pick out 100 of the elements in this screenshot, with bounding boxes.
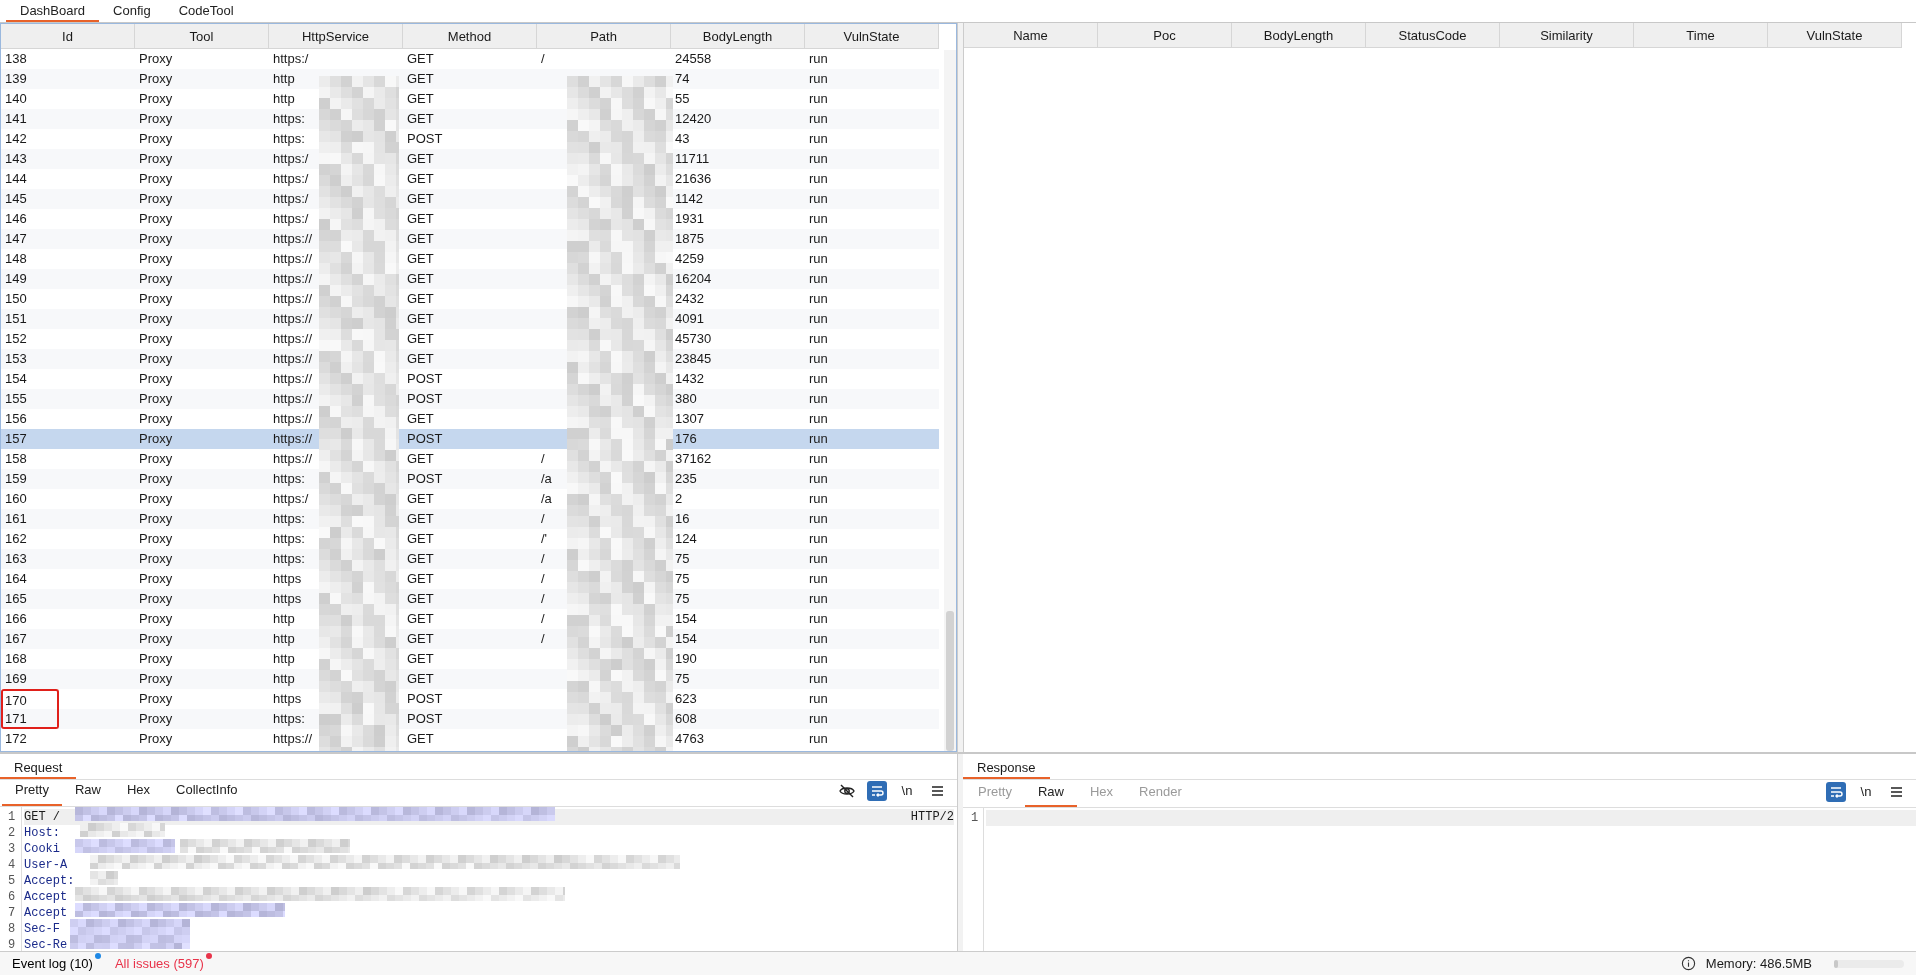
table-row[interactable]: 172 Proxy https:// GET 4763 run: [1, 729, 939, 749]
table-cell-text: https:/: [272, 150, 310, 168]
table-cell-text: run: [808, 490, 829, 508]
column-header[interactable]: Name: [964, 23, 1098, 48]
column-header[interactable]: Tool: [135, 24, 269, 49]
table-cell-text: Proxy: [138, 590, 174, 608]
panel-title[interactable]: Response: [963, 754, 1050, 779]
table-row[interactable]: 162 Proxy https: GET /' 124 run: [1, 529, 939, 549]
newline-toggle[interactable]: \n: [897, 780, 917, 801]
code-text: Sec-F: [24, 921, 60, 936]
table-cell-text: 139: [4, 70, 28, 88]
column-header[interactable]: Time: [1634, 23, 1768, 48]
table-cell-text: https:: [272, 470, 306, 488]
newline-toggle[interactable]: \n: [1856, 782, 1876, 802]
table-cell-text: run: [808, 190, 829, 208]
table-row[interactable]: 166 Proxy http GET / 154 run: [1, 609, 939, 629]
table-cell-text: 4091: [674, 310, 705, 328]
table-cell-text: run: [808, 150, 829, 168]
table-row[interactable]: 156 Proxy https:// GET 1307 run: [1, 409, 939, 429]
table-cell-text: 16204: [674, 270, 713, 288]
table-cell-text: https://: [272, 310, 314, 328]
code-text: Accept: [24, 889, 68, 904]
column-header[interactable]: Path: [537, 24, 671, 49]
column-header[interactable]: Poc: [1098, 23, 1232, 48]
table-cell-text: 1432: [674, 370, 705, 388]
table-cell-text: 75: [674, 570, 691, 588]
table-cell-text: 23845: [674, 350, 713, 368]
table-row[interactable]: 140 Proxy http GET 55 run: [1, 89, 939, 109]
table-cell-text: http: [272, 650, 296, 668]
table-row[interactable]: 154 Proxy https:// POST 1432 run: [1, 369, 939, 389]
table-row[interactable]: 138 Proxy https:/ GET / 24558 run: [1, 49, 939, 69]
tab[interactable]: Pretty: [2, 780, 62, 806]
table-cell-text: https:/: [272, 190, 310, 208]
column-header[interactable]: BodyLength: [671, 24, 805, 49]
code-text: Sec-Re: [24, 937, 68, 951]
column-header[interactable]: HttpService: [269, 24, 403, 49]
table-row[interactable]: 146 Proxy https:/ GET 1931 run: [1, 209, 939, 229]
column-header[interactable]: Id: [1, 24, 135, 49]
wrap-icon[interactable]: [1826, 782, 1846, 802]
scrollbar[interactable]: [944, 50, 956, 751]
tab[interactable]: DashBoard: [6, 0, 100, 22]
table-row[interactable]: 152 Proxy https:// GET 45730 run: [1, 329, 939, 349]
tab[interactable]: Raw: [1024, 781, 1077, 807]
table-cell-text: Proxy: [138, 50, 174, 68]
table-cell-text: run: [808, 310, 829, 328]
table-cell-text: /: [540, 550, 546, 568]
tab[interactable]: Config: [99, 0, 165, 22]
table-cell-text: 4763: [674, 730, 705, 748]
column-header[interactable]: Method: [403, 24, 537, 49]
table-cell-text: run: [808, 630, 829, 648]
table-cell-text: run: [808, 230, 829, 248]
table-cell-text: run: [808, 410, 829, 428]
table-cell-text: GET: [406, 570, 435, 588]
table-cell-text: 21636: [674, 170, 713, 188]
table-cell-text: 158: [4, 450, 28, 468]
table-cell-text: 138: [4, 50, 28, 68]
table-cell-text: Proxy: [138, 290, 174, 308]
table-cell-text: Proxy: [138, 170, 174, 188]
scrollbar-thumb[interactable]: [946, 611, 954, 751]
table-cell-text: https:/: [272, 490, 310, 508]
table-cell-text: Proxy: [138, 190, 174, 208]
table-cell-text: run: [808, 470, 829, 488]
table-cell-text: https://: [272, 290, 314, 308]
table-cell-text: Proxy: [138, 150, 174, 168]
tab[interactable]: CollectInfo: [163, 780, 251, 806]
table-cell-text: Proxy: [138, 270, 174, 288]
table-cell-text: run: [808, 110, 829, 128]
table-cell-text: https://: [272, 230, 314, 248]
table-cell-text: Proxy: [138, 230, 174, 248]
table-cell-text: run: [808, 250, 829, 268]
tab[interactable]: Raw: [61, 780, 114, 806]
column-header[interactable]: StatusCode: [1366, 23, 1500, 48]
tab[interactable]: Hex: [114, 780, 164, 806]
table-row[interactable]: 164 Proxy https GET / 75 run: [1, 569, 939, 589]
event-log-link[interactable]: Event log (10): [12, 953, 93, 974]
table-row[interactable]: 144 Proxy https:/ GET 21636 run: [1, 169, 939, 189]
column-header[interactable]: Similarity: [1500, 23, 1634, 48]
table-cell-text: Proxy: [138, 330, 174, 348]
table-row[interactable]: 158 Proxy https:// GET / 37162 run: [1, 449, 939, 469]
table-row[interactable]: 148 Proxy https:// GET 4259 run: [1, 249, 939, 269]
panel-title[interactable]: Request: [0, 754, 77, 779]
tab[interactable]: CodeTool: [164, 0, 248, 22]
table-cell-text: Proxy: [138, 70, 174, 88]
column-header[interactable]: VulnState: [805, 24, 939, 49]
column-header[interactable]: VulnState: [1768, 23, 1902, 48]
table-cell-text: 1931: [674, 210, 705, 228]
table-row[interactable]: 168 Proxy http GET 190 run: [1, 649, 939, 669]
column-header[interactable]: BodyLength: [1232, 23, 1366, 48]
table-cell-text: GET: [406, 650, 435, 668]
table-row[interactable]: 150 Proxy https:// GET 2432 run: [1, 289, 939, 309]
info-icon[interactable]: [1680, 956, 1696, 971]
table-cell-text: run: [808, 370, 829, 388]
table-cell-text: Proxy: [138, 130, 174, 148]
table-cell-text: Proxy: [138, 530, 174, 548]
table-row[interactable]: 160 Proxy https:/ GET /a 2 run: [1, 489, 939, 509]
wrap-icon[interactable]: [867, 780, 887, 801]
table-cell-text: https://: [272, 410, 314, 428]
issues-link[interactable]: All issues (597): [114, 953, 204, 974]
table-cell-text: https:/: [272, 210, 310, 228]
table-row[interactable]: 142 Proxy https: POST 43 run: [1, 129, 939, 149]
